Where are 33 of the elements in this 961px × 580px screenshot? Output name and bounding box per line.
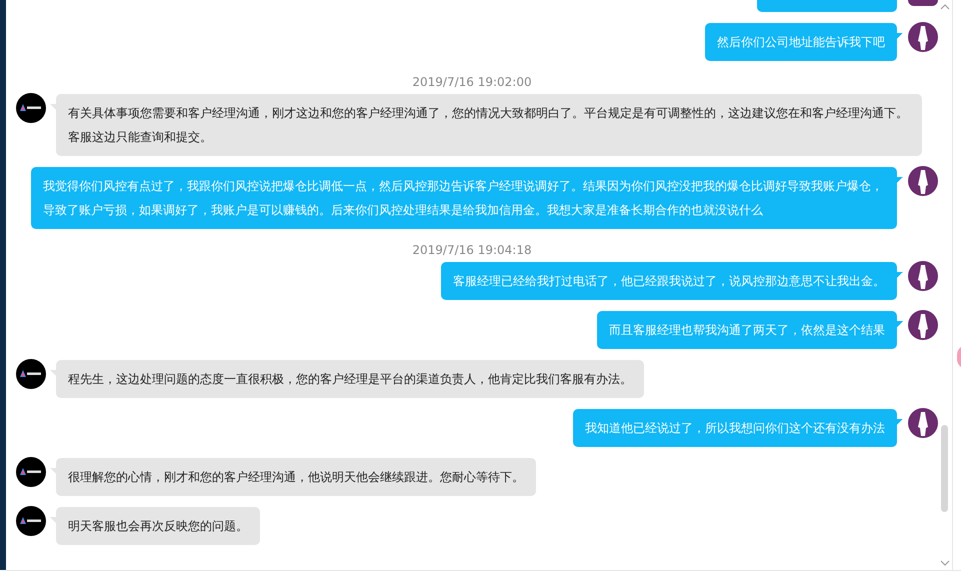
bubble-tail: [50, 468, 56, 474]
bubble-tail: [897, 321, 903, 327]
message-bubble: 很理解您的心情，刚才和您的客户经理沟通，他说明天他会继续跟进。您耐心等待下。: [56, 458, 536, 496]
bubble-tail: [897, 33, 903, 39]
user-avatar-icon: [908, 261, 938, 291]
bubble-tail: [897, 272, 903, 278]
logo-avatar-icon: [16, 93, 46, 123]
message-bubble: 客服经理已经给我打过电话了，他已经跟我说过了，说风控那边意思不让我出金。: [441, 262, 897, 300]
logo-avatar-icon: [16, 457, 46, 487]
message-bubble: 明天客服也会再次反映您的问题。: [56, 507, 260, 545]
bubble-tail: [50, 370, 56, 376]
message-bubble: 而且客服经理也帮我沟通了两天了，依然是这个结果: [597, 311, 897, 349]
message-bubble: 程先生，这边处理问题的态度一直很积极，您的客户经理是平台的渠道负责人，他肯定比我们客服有办法。: [56, 360, 644, 398]
user-avatar-icon: [908, 408, 938, 438]
message-bubble: 我知道他已经说过了，所以我想问你们这个还有没有办法: [573, 409, 897, 447]
avatar-icon: [908, 0, 938, 6]
user-avatar-icon: [908, 22, 938, 52]
bubble-tail: [50, 517, 56, 523]
scroll-down-icon[interactable]: [940, 560, 950, 566]
bubble-tail: [50, 104, 56, 110]
logo-avatar-icon: [16, 506, 46, 536]
message-bubble: 有关具体事项您需要和客户经理沟通，刚才这边和您的客户经理沟通了，您的情况大致都明白了。平台规定是有可调整性的，这边建议您在和客户经理沟通下。客服这边只能查询和提交。: [56, 94, 922, 156]
message-bubble: 然后你们公司地址能告诉我下吧: [705, 23, 897, 61]
scrollbar-thumb[interactable]: [941, 425, 948, 512]
message-bubble: 我觉得你们风控有点过了，我跟你们风控说把爆仓比调低一点，然后风控那边告诉客户经理说调好了。结果因为你们风控没把我的爆仓比调好导致我账户爆仓，导致了账户亏损，如果调好了，我账户是可以赚钱的。后来你们风控处理结果是给我加信用金。我想大家是准备长期合作的也就没说什么: [31, 167, 897, 229]
logo-avatar-icon: [16, 359, 46, 389]
user-avatar-icon: [908, 166, 938, 196]
timestamp: 2019/7/16 19:02:00: [411, 75, 533, 89]
bubble-tail: [897, 177, 903, 183]
timestamp: 2019/7/16 19:04:18: [411, 243, 533, 257]
bubble-tail: [897, 419, 903, 425]
user-avatar-icon: [908, 310, 938, 340]
scroll-up-icon[interactable]: [940, 4, 950, 10]
